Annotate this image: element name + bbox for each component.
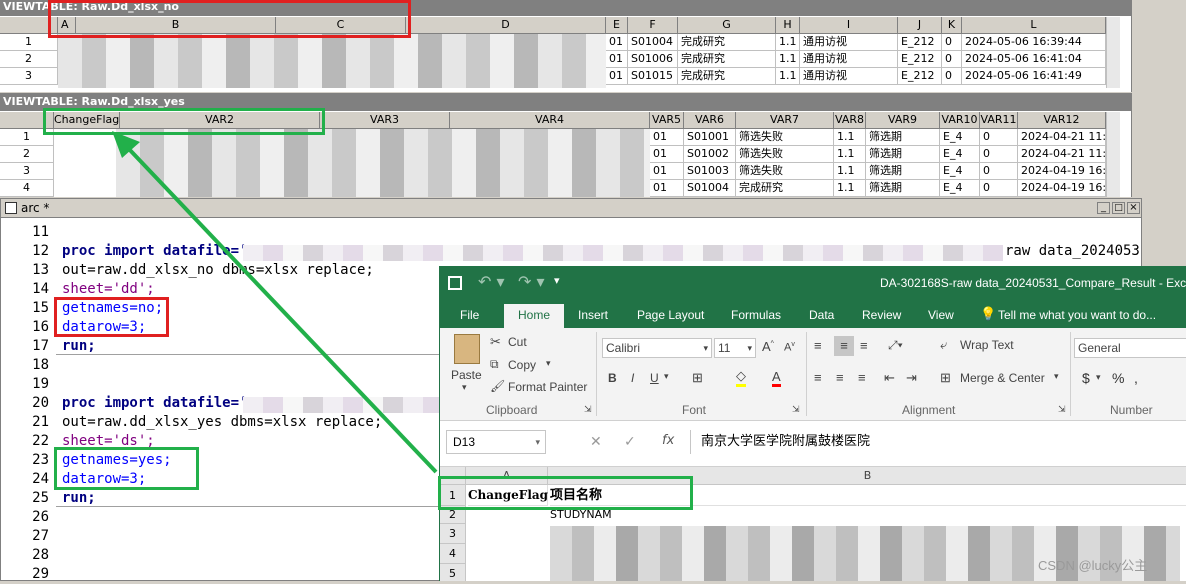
annotation-arrow: [112, 131, 438, 474]
arrow-shaft: [126, 146, 438, 474]
watermark: CSDN @lucky公主: [1038, 558, 1148, 573]
